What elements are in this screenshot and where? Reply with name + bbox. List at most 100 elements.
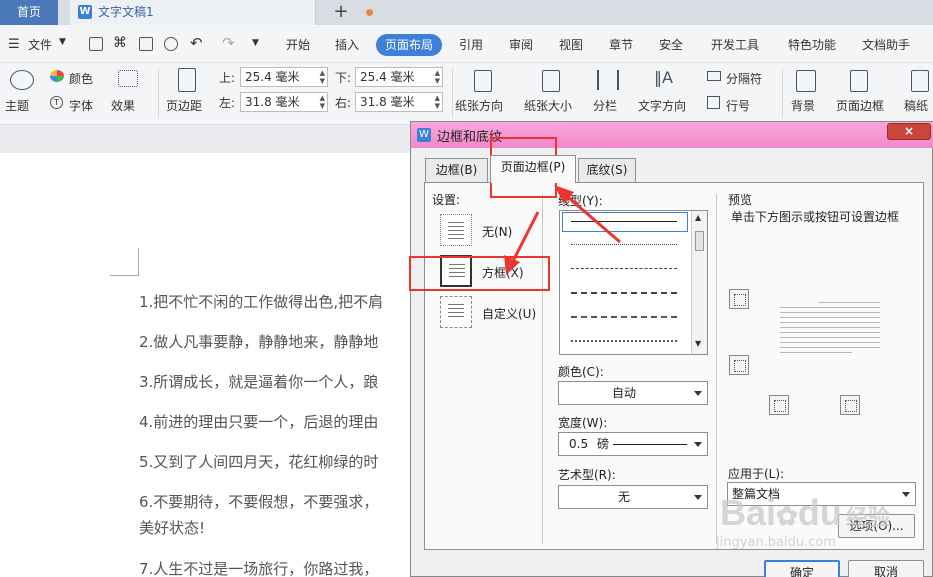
paper-grid-icon[interactable] [911,70,929,92]
line-number-button[interactable]: 行号 [726,97,750,114]
effect-button[interactable]: 效果 [111,97,135,114]
effect-icon[interactable] [118,70,138,87]
bottom-border-button[interactable] [729,355,749,375]
orientation-icon[interactable] [474,70,492,92]
tab-developer[interactable]: 开发工具 [711,37,759,53]
tab-doc-assistant[interactable]: 文档助手 [862,37,910,53]
font-button[interactable]: 字体 [69,97,93,114]
line-style-option[interactable] [571,316,677,318]
right-border-button[interactable] [840,395,860,415]
home-tab[interactable]: 首页 [0,0,58,25]
format-painter-icon[interactable]: ⌘ [113,35,127,51]
margin-button[interactable]: 页边距 [166,97,202,114]
print-icon[interactable] [139,37,153,51]
tab-chapter[interactable]: 章节 [609,37,633,53]
paper-grid-button[interactable]: 稿纸 [904,97,928,114]
arrow-line [561,190,621,244]
new-tab-button[interactable]: + [330,0,352,25]
background-button[interactable]: 背景 [791,97,815,114]
bottom-margin-value: 25.4 毫米 [360,70,415,84]
top-border-button[interactable] [729,289,749,309]
right-margin-input[interactable]: 31.8 毫米 ▲ ▼ [355,92,443,112]
document-tab[interactable]: W 文字文稿1 [70,0,373,25]
text-direction-icon[interactable]: ‖A [654,68,673,87]
watermark-brand: Bai [720,492,777,533]
page-border-icon[interactable] [850,70,868,92]
width-select[interactable]: 0.5 磅 [558,432,708,456]
scroll-up-icon[interactable]: ▲ [695,213,701,222]
ribbon [0,63,933,125]
scroll-down-icon[interactable]: ▼ [695,339,701,348]
paper-size-button[interactable]: 纸张大小 [524,97,572,114]
hamburger-icon[interactable]: ☰ [8,37,20,52]
tab-security[interactable]: 安全 [659,37,683,53]
save-icon[interactable] [89,37,103,51]
tab-references[interactable]: 引用 [459,37,483,53]
cancel-button[interactable]: 取消 [848,560,924,577]
tab-page-border[interactable]: 页面边框(P) [490,155,576,183]
top-margin-value: 25.4 毫米 [245,70,300,84]
line-number-icon [707,96,720,109]
color-select[interactable]: 自动 [558,381,708,405]
preview-label: 预览 [728,193,753,207]
columns-icon[interactable] [597,70,619,90]
preview-text-line [780,332,880,333]
preview-text-line [780,342,880,343]
margin-icon[interactable] [178,68,196,92]
tab-borders[interactable]: 边框(B) [425,158,488,182]
chevron-down-icon [694,495,702,500]
redo-icon[interactable]: ↷ [222,34,235,52]
tab-review[interactable]: 审阅 [509,37,533,53]
spinner-icon[interactable]: ▲ ▼ [320,69,325,85]
panel-divider [716,194,717,544]
art-select[interactable]: 无 [558,485,708,509]
file-menu[interactable]: 文件 [28,37,52,53]
page-border-button[interactable]: 页面边框 [836,97,884,114]
bottom-margin-input[interactable]: 25.4 毫米 ▲ ▼ [355,67,443,87]
dialog-close-button[interactable]: × [887,123,931,140]
top-margin-input[interactable]: 25.4 毫米 ▲ ▼ [240,67,328,87]
line-style-scrollbar[interactable]: ▲ ▼ [691,211,707,354]
preset-none-icon[interactable] [440,214,472,246]
tab-insert[interactable]: 插入 [335,37,359,53]
chevron-down-icon[interactable]: ▼ [59,37,66,47]
scroll-thumb[interactable] [695,231,704,251]
left-margin-input[interactable]: 31.8 毫米 ▲ ▼ [240,92,328,112]
preview-text-line [818,302,880,303]
tab-view[interactable]: 视图 [559,37,583,53]
paw-icon: ✿ [776,501,798,531]
line-style-option[interactable] [571,292,677,294]
columns-button[interactable]: 分栏 [593,97,617,114]
font-icon: T [50,96,63,109]
line-style-option[interactable] [571,340,677,342]
watermark-url: jingyan.baidu.com [716,535,836,550]
undo-icon[interactable]: ↶ [190,34,203,52]
print-preview-icon[interactable] [164,37,178,51]
document-line: 1.把不忙不闲的工作做得出色,把不肩 [139,293,384,311]
theme-icon[interactable] [10,70,34,90]
tab-shading[interactable]: 底纹(S) [578,158,636,182]
right-margin-label: 右: [335,96,352,110]
arrow-head [504,255,520,275]
left-border-button[interactable] [769,395,789,415]
ok-button[interactable]: 确定 [764,560,840,577]
watermark-brand-cn: 经验 [845,505,890,530]
preset-custom-label[interactable]: 自定义(U) [482,305,536,322]
tab-page-layout[interactable]: 页面布局 [376,34,442,56]
paper-size-icon[interactable] [542,70,560,92]
color-button[interactable]: 颜色 [69,70,93,87]
theme-button[interactable]: 主题 [5,97,29,114]
tab-start[interactable]: 开始 [286,37,310,53]
tab-features[interactable]: 特色功能 [788,37,836,53]
top-margin-label: 上: [219,71,236,85]
spinner-icon[interactable]: ▲ ▼ [320,94,325,110]
separator-button[interactable]: 分隔符 [726,70,762,87]
preset-custom-icon[interactable] [440,296,472,328]
orientation-button[interactable]: 纸张方向 [455,97,503,114]
quick-access-more-icon[interactable]: ▼ [252,38,259,48]
spinner-icon[interactable]: ▲ ▼ [435,69,440,85]
background-icon[interactable] [796,70,816,92]
text-direction-button[interactable]: 文字方向 [638,97,686,114]
spinner-icon[interactable]: ▲ ▼ [435,94,440,110]
width-line-preview [613,444,687,445]
